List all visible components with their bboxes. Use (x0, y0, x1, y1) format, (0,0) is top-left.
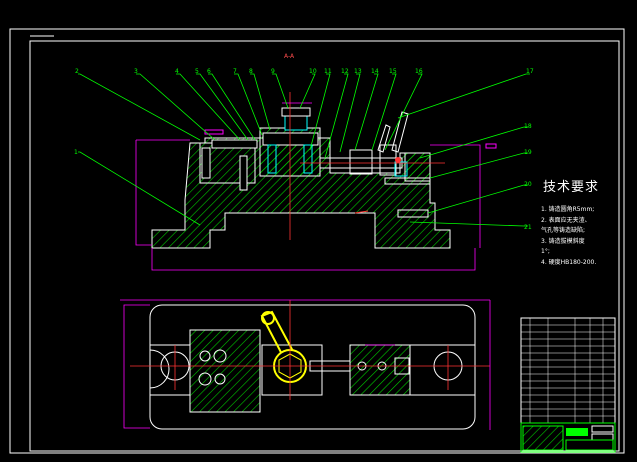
balloon-5: 5 (195, 68, 199, 75)
tech-note-4: 3. 铸造拔模斜度 (541, 237, 585, 245)
balloon-8: 8 (249, 68, 253, 75)
left-pin (239, 155, 248, 191)
balloon-12: 12 (341, 68, 349, 75)
tech-requirements-title: 技术要求 (543, 180, 600, 195)
nut-block (349, 149, 373, 175)
dim-bottom (151, 248, 476, 271)
block-top-part (211, 139, 258, 149)
balloon-14: 14 (371, 68, 379, 75)
balloon-19: 19 (524, 149, 532, 156)
right-jaw (404, 152, 431, 182)
balloon-9: 9 (271, 68, 275, 75)
balloon-20: 20 (524, 181, 532, 188)
handle-lever (391, 111, 409, 153)
tech-note-1: 1. 铸造圆角R5mm; (541, 206, 595, 213)
left-bolt (201, 147, 211, 179)
plan-block-left (189, 329, 261, 413)
balloon-17: 17 (526, 68, 534, 75)
balloon-10: 10 (309, 68, 317, 75)
plan-rail-right (409, 344, 476, 396)
balloon-16: 16 (415, 68, 423, 75)
tech-note-5: 1°; (541, 248, 550, 255)
balloon-7: 7 (233, 68, 237, 75)
dim-left (135, 140, 152, 246)
handle-bracket (379, 144, 397, 176)
balloon-15: 15 (389, 68, 397, 75)
tech-note-3: 气孔等铸造缺陷; (541, 227, 586, 234)
balloon-2: 2 (75, 68, 79, 75)
tech-requirements-list: 1. 铸造圆角R5mm; 2. 表面应无夹渣、 气孔等铸造缺陷; 3. 铸造拔模… (541, 205, 596, 268)
dim-mark (485, 143, 497, 149)
balloon-3: 3 (134, 68, 138, 75)
balloon-6: 6 (207, 68, 211, 75)
balloon-1: 1 (74, 149, 78, 156)
balloon-4: 4 (175, 68, 179, 75)
plan-dim-left (123, 304, 150, 429)
tech-note-6: 4. 硬度HB180-200. (541, 258, 597, 266)
balloon-11: 11 (324, 68, 332, 75)
tech-note-2: 2. 表面应无夹渣、 (541, 216, 591, 224)
indicator-red-dot (395, 157, 401, 163)
balloon-18: 18 (524, 123, 532, 130)
post-cap (262, 132, 319, 146)
post-insert (284, 115, 308, 131)
balloon-13: 13 (354, 68, 362, 75)
section-label: A-A (284, 53, 295, 60)
balloon-21: 21 (524, 224, 532, 231)
inner-border (29, 40, 620, 452)
title-block (520, 317, 616, 453)
outer-border (9, 28, 625, 454)
post-insert-top (281, 107, 311, 117)
